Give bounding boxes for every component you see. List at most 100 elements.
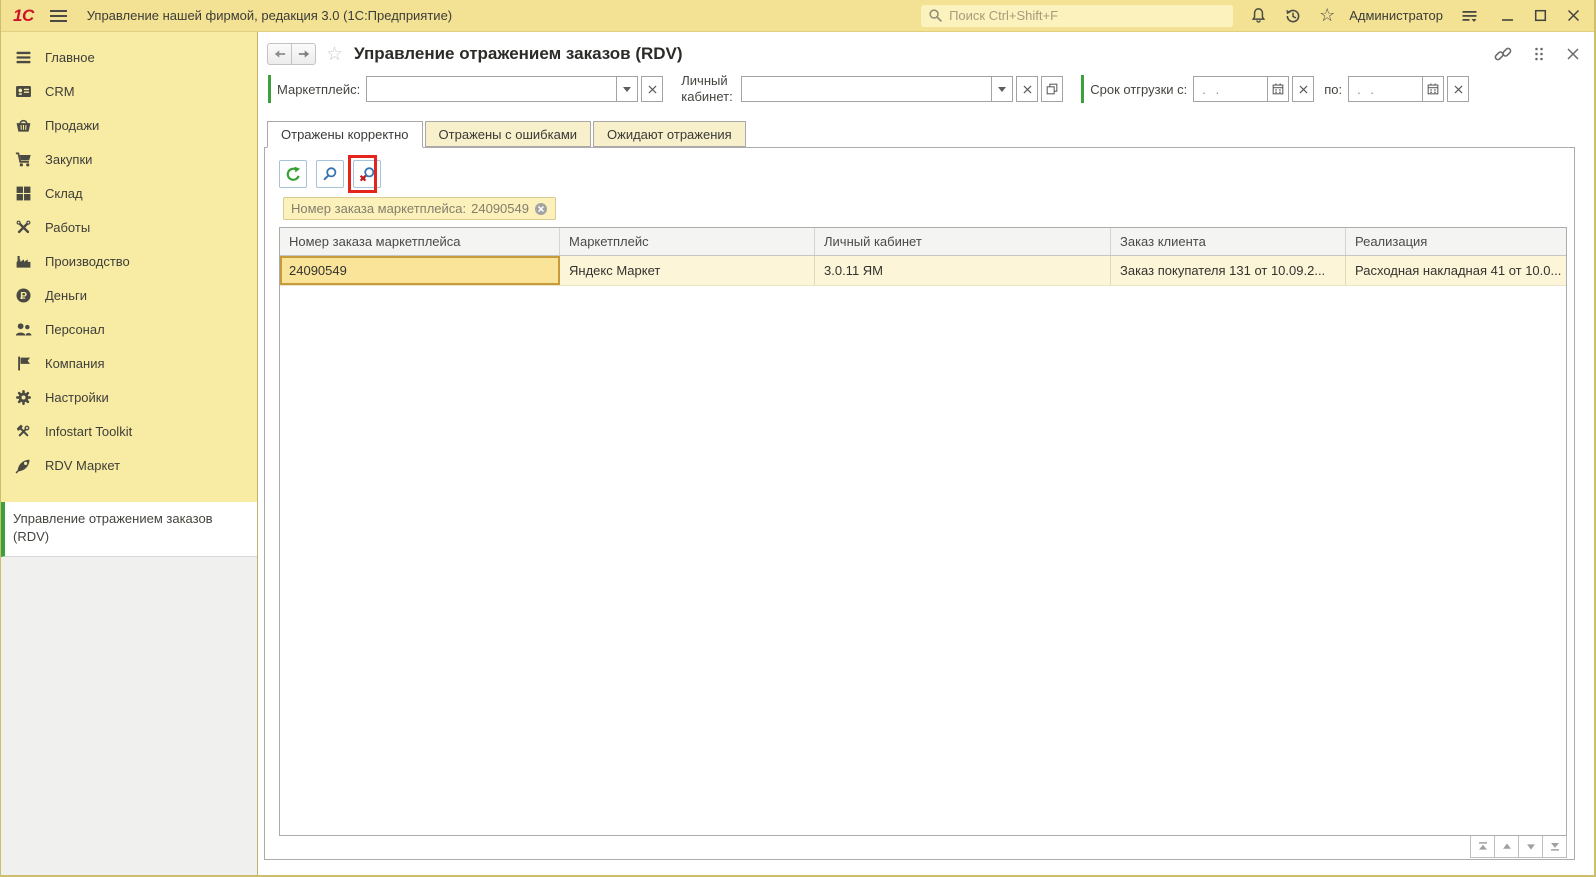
cell-realization[interactable]: Расходная накладная 41 от 10.0... bbox=[1346, 256, 1566, 285]
close-window-button[interactable] bbox=[1567, 9, 1580, 22]
cell-order-number-selected[interactable]: 24090549 bbox=[280, 256, 560, 285]
ship-date-to-value[interactable]: . . bbox=[1349, 77, 1422, 101]
ship-date-from-value[interactable]: . . bbox=[1194, 77, 1267, 101]
sidebar-item-zakupki[interactable]: Закупки bbox=[1, 142, 257, 176]
more-menu-icon[interactable] bbox=[1532, 46, 1546, 62]
favorite-star-icon[interactable]: ☆ bbox=[326, 45, 343, 64]
close-form-icon[interactable] bbox=[1566, 47, 1580, 61]
table-row[interactable]: 24090549 Яндекс Маркет 3.0.11 ЯМ Заказ п… bbox=[280, 256, 1566, 286]
chevron-down-icon[interactable] bbox=[991, 77, 1012, 101]
sidebar-item-kompaniya[interactable]: Компания bbox=[1, 346, 257, 380]
1c-logo-icon: 1С bbox=[13, 6, 34, 26]
back-button[interactable] bbox=[267, 43, 292, 65]
cabinet-combobox bbox=[741, 76, 1013, 102]
sidebar-item-sklad[interactable]: Склад bbox=[1, 176, 257, 210]
tab-reflected-correctly[interactable]: Отражены корректно bbox=[267, 121, 423, 148]
remove-filter-icon[interactable] bbox=[534, 202, 548, 216]
column-header-cabinet[interactable]: Личный кабинет bbox=[815, 228, 1111, 255]
sidebar-item-rdv-market[interactable]: RDV Маркет bbox=[1, 448, 257, 482]
chevron-down-icon[interactable] bbox=[616, 77, 637, 101]
user-menu-icon[interactable] bbox=[1460, 8, 1479, 24]
orders-table: Номер заказа маркетплейса Маркетплейс Ли… bbox=[279, 227, 1567, 836]
sidebar-item-proizvodstvo[interactable]: Производство bbox=[1, 244, 257, 278]
calendar-icon[interactable] bbox=[1422, 77, 1443, 101]
clear-x-icon bbox=[1299, 85, 1308, 94]
open-window-history-item[interactable]: Управление отражением заказов (RDV) bbox=[1, 502, 257, 557]
cabinet-choose-button[interactable] bbox=[1041, 76, 1063, 102]
cell-customer-order[interactable]: Заказ покупателя 131 от 10.09.2... bbox=[1111, 256, 1346, 285]
main-menu-icon[interactable] bbox=[50, 10, 67, 22]
cancel-search-button[interactable] bbox=[353, 160, 381, 188]
accent-bar bbox=[1081, 75, 1084, 103]
sidebar-item-personal[interactable]: Персонал bbox=[1, 312, 257, 346]
sidebar-item-label: Infostart Toolkit bbox=[45, 424, 132, 439]
sidebar-item-label: Настройки bbox=[45, 390, 109, 405]
marketplace-input[interactable] bbox=[367, 77, 616, 101]
go-up-row-button[interactable] bbox=[1494, 836, 1519, 858]
refresh-button[interactable] bbox=[279, 160, 307, 188]
column-header-order-number[interactable]: Номер заказа маркетплейса bbox=[280, 228, 560, 255]
history-icon[interactable] bbox=[1284, 7, 1302, 25]
company-flag-icon bbox=[15, 355, 32, 372]
global-search-input[interactable] bbox=[949, 8, 1226, 23]
column-header-marketplace[interactable]: Маркетплейс bbox=[560, 228, 815, 255]
ship-date-to-label: по: bbox=[1324, 82, 1342, 97]
go-down-row-button[interactable] bbox=[1518, 836, 1543, 858]
clear-x-icon bbox=[648, 85, 657, 94]
svg-text:Р: Р bbox=[20, 290, 27, 301]
sidebar-item-glavnoe[interactable]: Главное bbox=[1, 40, 257, 74]
sidebar-item-label: CRM bbox=[45, 84, 75, 99]
cabinet-input[interactable] bbox=[742, 77, 991, 101]
sidebar-item-crm[interactable]: CRM bbox=[1, 74, 257, 108]
search-button[interactable] bbox=[316, 160, 344, 188]
notifications-bell-icon[interactable] bbox=[1250, 7, 1267, 24]
cell-cabinet[interactable]: 3.0.11 ЯМ bbox=[815, 256, 1111, 285]
current-user[interactable]: Администратор bbox=[1349, 8, 1443, 23]
clear-x-icon bbox=[1454, 85, 1463, 94]
marketplace-clear-button[interactable] bbox=[641, 76, 663, 102]
page-title: Управление отражением заказов (RDV) bbox=[354, 44, 683, 64]
app-window: 1С Управление нашей фирмой, редакция 3.0… bbox=[0, 0, 1596, 877]
ship-date-to-clear-button[interactable] bbox=[1447, 76, 1469, 102]
tab-reflected-with-errors[interactable]: Отражены с ошибками bbox=[425, 121, 591, 147]
get-link-icon[interactable] bbox=[1494, 45, 1512, 63]
sidebar: Главное CRM Продажи Закупки Склад Работы bbox=[1, 32, 258, 875]
tab-awaiting-reflection[interactable]: Ожидают отражения bbox=[593, 121, 746, 147]
refresh-icon bbox=[285, 166, 302, 183]
main-area: ☆ Управление отражением заказов (RDV) Ма… bbox=[259, 32, 1594, 875]
rocket-icon bbox=[15, 457, 32, 474]
arrow-left-icon bbox=[273, 48, 287, 60]
forward-button[interactable] bbox=[291, 43, 316, 65]
column-header-customer-order[interactable]: Заказ клиента bbox=[1111, 228, 1346, 255]
arrow-right-icon bbox=[297, 48, 311, 60]
go-first-row-button[interactable] bbox=[1470, 836, 1495, 858]
calendar-icon[interactable] bbox=[1267, 77, 1288, 101]
global-search[interactable] bbox=[921, 5, 1233, 27]
column-header-realization[interactable]: Реализация bbox=[1346, 228, 1566, 255]
titlebar: 1С Управление нашей фирмой, редакция 3.0… bbox=[1, 0, 1594, 32]
favorites-star-icon[interactable]: ☆ bbox=[1319, 5, 1335, 26]
sidebar-item-label: Склад bbox=[45, 186, 83, 201]
sidebar-item-raboty[interactable]: Работы bbox=[1, 210, 257, 244]
sidebar-item-dengi[interactable]: Р Деньги bbox=[1, 278, 257, 312]
sidebar-item-label: Персонал bbox=[45, 322, 105, 337]
sidebar-item-prodazhi[interactable]: Продажи bbox=[1, 108, 257, 142]
maximize-button[interactable] bbox=[1534, 9, 1547, 22]
settings-gear-icon bbox=[15, 389, 32, 406]
accent-bar bbox=[268, 75, 271, 103]
cabinet-clear-button[interactable] bbox=[1016, 76, 1038, 102]
ship-date-from-clear-button[interactable] bbox=[1292, 76, 1314, 102]
active-filters-row: Номер заказа маркетплейса: 24090549 bbox=[283, 197, 1574, 220]
minimize-button[interactable] bbox=[1501, 9, 1514, 22]
ship-date-from-field: . . bbox=[1193, 76, 1289, 102]
menu-icon bbox=[15, 49, 32, 66]
form-header: ☆ Управление отражением заказов (RDV) bbox=[259, 32, 1594, 70]
table-empty-area bbox=[280, 286, 1566, 835]
sections-panel: Главное CRM Продажи Закупки Склад Работы bbox=[1, 32, 257, 502]
sidebar-item-infostart-toolkit[interactable]: Infostart Toolkit bbox=[1, 414, 257, 448]
cell-marketplace[interactable]: Яндекс Маркет bbox=[560, 256, 815, 285]
go-last-row-button[interactable] bbox=[1542, 836, 1567, 858]
table-scroll-buttons bbox=[279, 836, 1567, 858]
sidebar-item-nastroyki[interactable]: Настройки bbox=[1, 380, 257, 414]
purchases-cart-icon bbox=[15, 151, 32, 168]
